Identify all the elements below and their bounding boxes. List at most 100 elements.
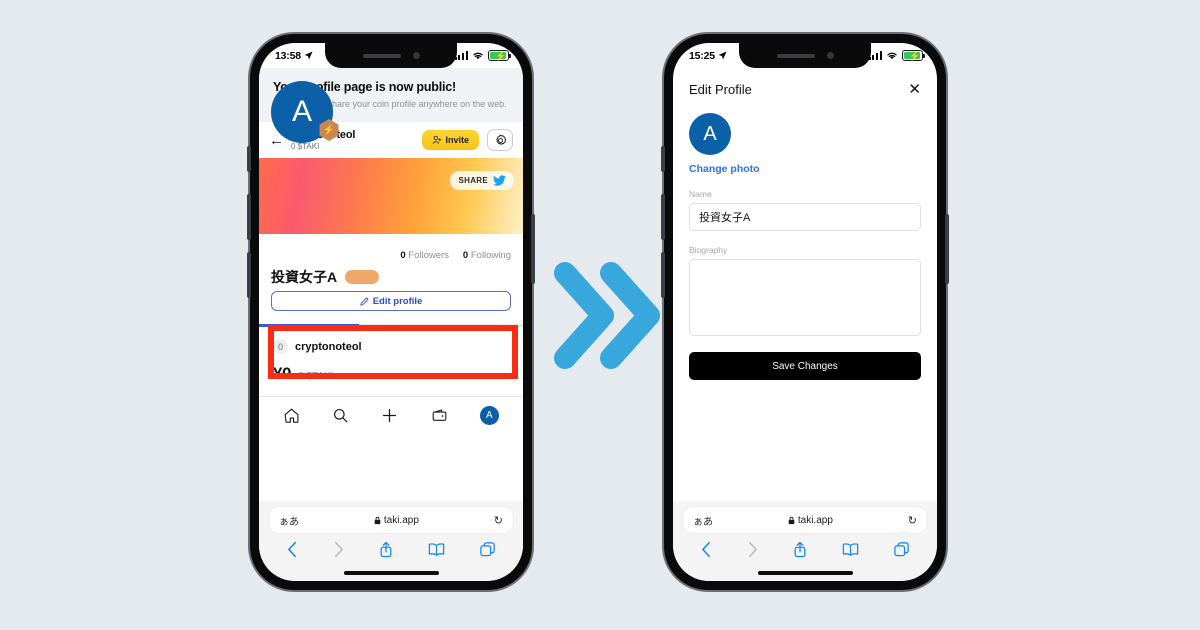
twitter-bird-icon bbox=[493, 175, 506, 186]
share-label: SHARE bbox=[458, 176, 488, 186]
status-time: 13:58 bbox=[275, 49, 301, 62]
text-size-button[interactable]: ぁあ bbox=[279, 513, 299, 528]
forward-icon bbox=[748, 541, 757, 557]
display-name-row: 投資女子A bbox=[259, 261, 523, 285]
status-icons: ⚡ bbox=[868, 50, 925, 61]
reload-icon[interactable]: ↻ bbox=[908, 514, 917, 527]
followers-stat[interactable]: 0 Followers bbox=[400, 250, 449, 261]
bookmarks-icon[interactable] bbox=[842, 542, 859, 557]
profile-balance: 0 $TAKI bbox=[291, 142, 320, 152]
silent-switch[interactable] bbox=[247, 146, 251, 172]
add-icon[interactable] bbox=[381, 407, 398, 424]
back-icon[interactable] bbox=[701, 541, 712, 558]
url-host: taki.app bbox=[713, 515, 908, 526]
gear-icon bbox=[495, 134, 506, 145]
holdings-amount-sub: 0 $TAKI bbox=[298, 371, 334, 383]
edit-profile-header: Edit Profile ✕ bbox=[673, 68, 937, 97]
lock-icon bbox=[788, 516, 795, 524]
display-name: 投資女子A bbox=[271, 269, 338, 286]
share-up-icon[interactable] bbox=[379, 541, 393, 558]
share-twitter-button[interactable]: SHARE bbox=[450, 171, 514, 191]
notch bbox=[325, 43, 457, 68]
battery-icon: ⚡ bbox=[488, 50, 511, 61]
volume-down-button[interactable] bbox=[661, 252, 665, 298]
front-camera bbox=[412, 52, 420, 59]
location-arrow-icon bbox=[718, 51, 727, 60]
tabs-icon[interactable] bbox=[480, 541, 496, 557]
earpiece-speaker bbox=[362, 53, 401, 58]
volume-up-button[interactable] bbox=[247, 194, 251, 240]
right-phone-screen: 15:25 ⚡ Edit Profile ✕ A Change photo Na… bbox=[673, 43, 937, 581]
front-camera bbox=[826, 52, 834, 59]
left-phone-screen: 13:58 ⚡ Your Profile page is now public!… bbox=[259, 43, 523, 581]
search-icon[interactable] bbox=[332, 407, 349, 424]
home-indicator bbox=[683, 565, 927, 581]
edit-profile-label: Edit profile bbox=[372, 295, 423, 307]
left-phone-frame: 13:58 ⚡ Your Profile page is now public!… bbox=[247, 34, 535, 590]
comparison-stage: 13:58 ⚡ Your Profile page is now public!… bbox=[0, 0, 1200, 630]
followers-label: Followers bbox=[408, 250, 449, 262]
tabs-icon[interactable] bbox=[894, 541, 910, 557]
home-icon[interactable] bbox=[283, 407, 300, 424]
holdings-row[interactable]: 0 cryptonoteol bbox=[259, 327, 523, 355]
double-chevron-right-icon bbox=[554, 262, 660, 369]
edit-avatar[interactable]: A bbox=[689, 113, 731, 155]
url-host: taki.app bbox=[299, 515, 494, 526]
name-input[interactable]: 投資女子A bbox=[689, 203, 921, 231]
invite-button[interactable]: Invite bbox=[422, 130, 479, 151]
tab-underline-active bbox=[259, 324, 360, 328]
profile-avatar-wrap: A ⚡ bbox=[271, 81, 339, 143]
silent-switch[interactable] bbox=[661, 146, 665, 172]
holdings-coin-name: cryptonoteol bbox=[295, 340, 362, 353]
wifi-icon bbox=[887, 52, 897, 60]
reload-icon[interactable]: ↻ bbox=[494, 514, 503, 527]
forward-icon bbox=[334, 541, 343, 557]
status-time: 15:25 bbox=[689, 49, 715, 62]
status-time-group: 15:25 bbox=[689, 50, 727, 62]
tab-underline bbox=[259, 324, 523, 328]
save-changes-button[interactable]: Save Changes bbox=[689, 352, 921, 380]
edit-profile-form: A Change photo Name 投資女子A Biography Save… bbox=[673, 97, 937, 380]
address-bar[interactable]: ぁあ taki.app ↻ bbox=[269, 507, 513, 533]
pencil-icon bbox=[360, 297, 368, 306]
volume-down-button[interactable] bbox=[247, 252, 251, 298]
holdings-amount: ¥0 bbox=[273, 364, 292, 384]
change-photo-link[interactable]: Change photo bbox=[689, 163, 921, 175]
wallet-icon[interactable] bbox=[431, 407, 448, 424]
power-button[interactable] bbox=[945, 214, 949, 284]
safari-toolbar bbox=[683, 533, 927, 565]
lock-icon bbox=[374, 516, 381, 524]
name-tag-chip bbox=[345, 270, 380, 285]
address-bar[interactable]: ぁあ taki.app ↻ bbox=[683, 507, 927, 533]
edit-profile-button[interactable]: Edit profile bbox=[271, 291, 511, 312]
wifi-icon bbox=[473, 52, 483, 60]
following-label: Following bbox=[470, 250, 511, 262]
back-icon[interactable] bbox=[287, 541, 298, 558]
person-add-icon bbox=[433, 135, 442, 144]
following-stat[interactable]: 0 Following bbox=[463, 250, 511, 261]
profile-cover-gradient: SHARE bbox=[259, 158, 523, 235]
follow-stats: 0 Followers 0 Following bbox=[259, 234, 523, 261]
app-tab-bar: A bbox=[259, 396, 523, 435]
right-safari-chrome: ぁあ taki.app ↻ bbox=[673, 501, 937, 581]
following-count: 0 bbox=[462, 250, 469, 262]
bookmarks-icon[interactable] bbox=[428, 542, 445, 557]
close-icon[interactable]: ✕ bbox=[908, 82, 921, 97]
biography-textarea[interactable] bbox=[689, 259, 921, 336]
right-phone-frame: 15:25 ⚡ Edit Profile ✕ A Change photo Na… bbox=[661, 34, 949, 590]
holdings-amount-row: ¥0 0 $TAKI bbox=[259, 354, 523, 396]
profile-avatar-tab[interactable]: A bbox=[479, 406, 499, 426]
share-up-icon[interactable] bbox=[793, 541, 807, 558]
text-size-button[interactable]: ぁあ bbox=[693, 513, 713, 528]
edit-profile-zone: Edit profile bbox=[259, 285, 523, 312]
name-field-label: Name bbox=[689, 189, 712, 199]
invite-label: Invite bbox=[445, 135, 469, 146]
settings-button[interactable] bbox=[487, 129, 513, 152]
status-icons: ⚡ bbox=[454, 50, 511, 61]
power-button[interactable] bbox=[531, 214, 535, 284]
volume-up-button[interactable] bbox=[661, 194, 665, 240]
earpiece-speaker bbox=[776, 53, 815, 58]
location-arrow-icon bbox=[304, 51, 313, 60]
battery-icon: ⚡ bbox=[902, 50, 925, 61]
biography-field-label: Biography bbox=[689, 245, 728, 255]
